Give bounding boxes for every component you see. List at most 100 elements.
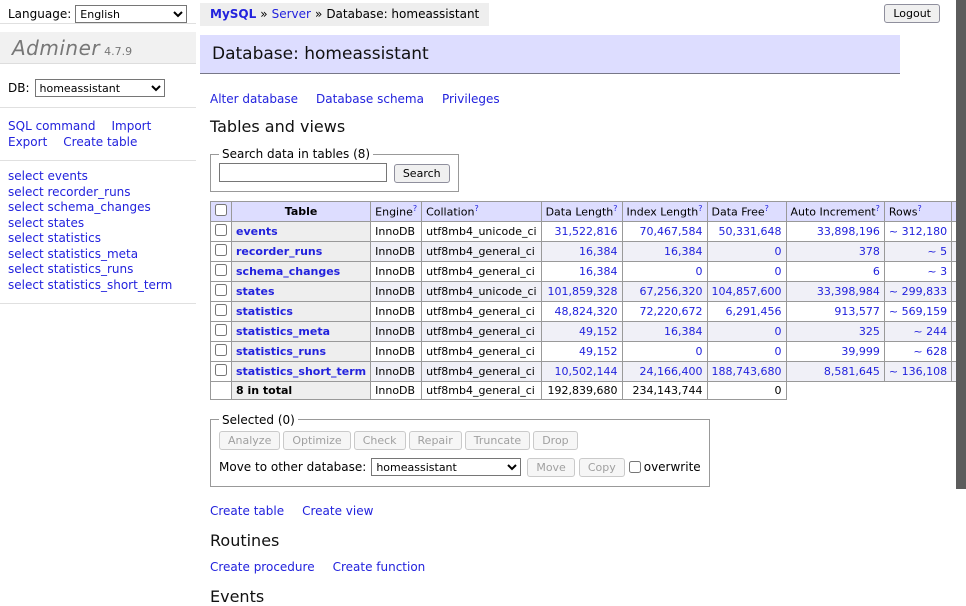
rows-link[interactable]: ~ 136,108 [889, 365, 947, 378]
data-length-link[interactable]: 10,502,144 [555, 365, 618, 378]
sidebar-table-link[interactable]: recorder_runs [47, 185, 130, 199]
rows-link[interactable]: ~ 299,833 [889, 285, 947, 298]
help-link-icon[interactable]: ? [917, 204, 921, 213]
auto-increment-link[interactable]: 913,577 [834, 305, 880, 318]
vertical-scrollbar[interactable] [956, 0, 966, 543]
data-free-link[interactable]: 188,743,680 [712, 365, 782, 378]
sidebar-table-link[interactable]: statistics_meta [47, 247, 138, 261]
sidebar-select-link[interactable]: select [8, 169, 44, 183]
help-link-icon[interactable]: ? [413, 204, 417, 213]
sidebar-table-link[interactable]: events [47, 169, 87, 183]
scrollbar-thumb[interactable] [956, 0, 966, 489]
create-function-link[interactable]: Create function [333, 560, 426, 574]
index-length-link[interactable]: 0 [696, 265, 703, 278]
row-checkbox[interactable] [215, 244, 227, 256]
rows-link[interactable]: ~ 628 [913, 345, 947, 358]
auto-increment-link[interactable]: 39,999 [841, 345, 880, 358]
data-free-link[interactable]: 6,291,456 [726, 305, 782, 318]
help-link-icon[interactable]: ? [613, 204, 617, 213]
row-checkbox[interactable] [215, 324, 227, 336]
move-button[interactable]: Move [527, 458, 575, 477]
data-length-link[interactable]: 31,522,816 [555, 225, 618, 238]
sidebar-link-import[interactable]: Import [111, 119, 151, 133]
sidebar-select-link[interactable]: select [8, 247, 44, 261]
data-free-link[interactable]: 0 [775, 245, 782, 258]
analyze-button[interactable]: Analyze [219, 431, 280, 450]
move-db-select[interactable]: homeassistant [371, 458, 521, 476]
alter-database-link[interactable]: Alter database [210, 92, 298, 106]
data-length-link[interactable]: 16,384 [579, 265, 618, 278]
data-free-link[interactable]: 50,331,648 [719, 225, 782, 238]
rows-link[interactable]: ~ 244 [913, 325, 947, 338]
rows-link[interactable]: ~ 3 [927, 265, 947, 278]
db-select[interactable]: homeassistant [35, 79, 165, 97]
create-procedure-link[interactable]: Create procedure [210, 560, 315, 574]
auto-increment-link[interactable]: 325 [859, 325, 880, 338]
check-button[interactable]: Check [354, 431, 406, 450]
table-name-link[interactable]: statistics_meta [236, 325, 330, 338]
logout-button[interactable]: Logout [884, 4, 940, 23]
sidebar-select-link[interactable]: select [8, 185, 44, 199]
data-free-link[interactable]: 0 [775, 325, 782, 338]
row-checkbox[interactable] [215, 264, 227, 276]
data-free-link[interactable]: 104,857,600 [712, 285, 782, 298]
auto-increment-link[interactable]: 6 [873, 265, 880, 278]
row-checkbox[interactable] [215, 284, 227, 296]
sidebar-link-sql-command[interactable]: SQL command [8, 119, 95, 133]
help-link-icon[interactable]: ? [765, 204, 769, 213]
row-checkbox[interactable] [215, 304, 227, 316]
index-length-link[interactable]: 16,384 [664, 325, 703, 338]
optimize-button[interactable]: Optimize [283, 431, 350, 450]
auto-increment-link[interactable]: 378 [859, 245, 880, 258]
auto-increment-link[interactable]: 8,581,645 [824, 365, 880, 378]
index-length-link[interactable]: 0 [696, 345, 703, 358]
language-select[interactable]: English [75, 5, 187, 23]
table-name-link[interactable]: events [236, 225, 278, 238]
sidebar-table-link[interactable]: statistics_runs [47, 262, 133, 276]
breadcrumb-mysql-link[interactable]: MySQL [210, 7, 256, 21]
copy-button[interactable]: Copy [579, 458, 625, 477]
sidebar-select-link[interactable]: select [8, 216, 44, 230]
data-free-link[interactable]: 0 [775, 265, 782, 278]
data-length-link[interactable]: 48,824,320 [555, 305, 618, 318]
database-schema-link[interactable]: Database schema [316, 92, 424, 106]
row-checkbox[interactable] [215, 344, 227, 356]
sidebar-link-create-table[interactable]: Create table [63, 135, 137, 149]
sidebar-table-link[interactable]: states [47, 216, 84, 230]
select-all-checkbox[interactable] [215, 204, 227, 216]
table-name-link[interactable]: statistics [236, 305, 293, 318]
sidebar-select-link[interactable]: select [8, 262, 44, 276]
app-logo[interactable]: Adminer [12, 36, 100, 60]
table-name-link[interactable]: statistics_runs [236, 345, 326, 358]
data-length-link[interactable]: 16,384 [579, 245, 618, 258]
create-view-link[interactable]: Create view [302, 504, 373, 518]
search-input[interactable] [219, 163, 387, 182]
table-name-link[interactable]: statistics_short_term [236, 365, 366, 378]
index-length-link[interactable]: 72,220,672 [640, 305, 703, 318]
create-table-link[interactable]: Create table [210, 504, 284, 518]
rows-link[interactable]: ~ 5 [927, 245, 947, 258]
privileges-link[interactable]: Privileges [442, 92, 500, 106]
help-link-icon[interactable]: ? [698, 204, 702, 213]
breadcrumb-server-link[interactable]: Server [272, 7, 311, 21]
table-name-link[interactable]: recorder_runs [236, 245, 322, 258]
auto-increment-link[interactable]: 33,398,984 [817, 285, 880, 298]
data-free-link[interactable]: 0 [775, 345, 782, 358]
truncate-button[interactable]: Truncate [465, 431, 530, 450]
drop-button[interactable]: Drop [533, 431, 577, 450]
data-length-link[interactable]: 49,152 [579, 325, 618, 338]
overwrite-checkbox[interactable] [629, 461, 641, 473]
data-length-link[interactable]: 101,859,328 [548, 285, 618, 298]
index-length-link[interactable]: 16,384 [664, 245, 703, 258]
help-link-icon[interactable]: ? [474, 204, 478, 213]
index-length-link[interactable]: 24,166,400 [640, 365, 703, 378]
data-length-link[interactable]: 49,152 [579, 345, 618, 358]
sidebar-table-link[interactable]: statistics [47, 231, 101, 245]
repair-button[interactable]: Repair [409, 431, 462, 450]
sidebar-select-link[interactable]: select [8, 231, 44, 245]
table-name-link[interactable]: states [236, 285, 275, 298]
rows-link[interactable]: ~ 569,159 [889, 305, 947, 318]
sidebar-select-link[interactable]: select [8, 200, 44, 214]
sidebar-table-link[interactable]: statistics_short_term [47, 278, 172, 292]
sidebar-link-export[interactable]: Export [8, 135, 47, 149]
